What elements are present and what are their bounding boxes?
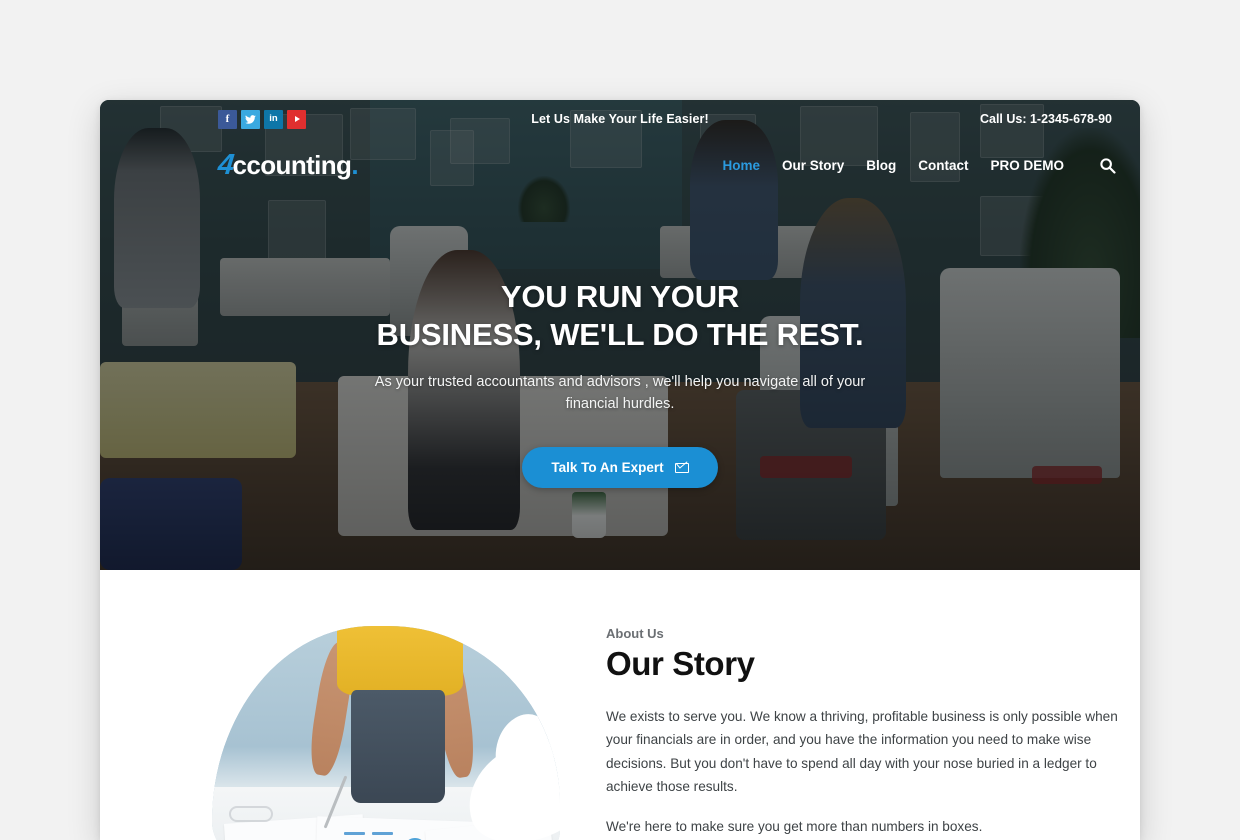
search-icon[interactable]	[1096, 154, 1118, 176]
facebook-icon[interactable]: f	[218, 109, 237, 129]
youtube-icon[interactable]	[287, 109, 306, 129]
nav-item-pro-demo[interactable]: PRO DEMO	[990, 158, 1064, 173]
browser-window: f in Let Us Make Your Life Easier! Call …	[100, 100, 1140, 840]
cta-label: Talk To An Expert	[551, 460, 664, 476]
main-navigation: Home Our Story Blog Contact PRO DEMO	[722, 154, 1118, 176]
linkedin-icon[interactable]: in	[264, 109, 283, 129]
site-logo[interactable]: 4 ccounting.	[216, 148, 358, 182]
hero-title: YOU RUN YOUR BUSINESS, WE'LL DO THE REST…	[160, 278, 1080, 353]
social-links: f in	[218, 109, 306, 129]
envelope-icon	[674, 462, 689, 473]
hero-subtitle: As your trusted accountants and advisors…	[374, 374, 866, 413]
talk-to-an-expert-button[interactable]: Talk To An Expert	[522, 447, 718, 489]
logo-word: ccounting	[232, 149, 352, 180]
about-text-column: About Us Our Story We exists to serve yo…	[600, 626, 1140, 840]
twitter-icon[interactable]	[241, 109, 260, 129]
logo-dot: .	[351, 149, 358, 180]
about-section: About Us Our Story We exists to serve yo…	[100, 570, 1140, 840]
hero-title-line1: YOU RUN YOUR	[500, 279, 740, 314]
about-paragraph-2: We're here to make sure you get more tha…	[606, 818, 983, 834]
about-photo-blob	[212, 626, 560, 840]
about-paragraph-1: We exists to serve you. We know a thrivi…	[606, 709, 1118, 795]
page-scroll-area[interactable]: f in Let Us Make Your Life Easier! Call …	[100, 100, 1140, 840]
nav-item-home[interactable]: Home	[722, 158, 760, 173]
topbar-phone[interactable]: Call Us: 1-2345-678-90	[980, 112, 1112, 126]
about-title: Our Story	[606, 645, 755, 682]
nav-item-our-story[interactable]: Our Story	[782, 158, 844, 173]
about-eyebrow: About Us	[606, 626, 664, 641]
nav-item-contact[interactable]: Contact	[918, 158, 968, 173]
hero-cta-wrapper: Talk To An Expert	[160, 447, 1080, 489]
logo-mark: 4	[216, 148, 236, 181]
hero-content: YOU RUN YOUR BUSINESS, WE'LL DO THE REST…	[100, 278, 1140, 489]
about-image-column	[100, 626, 600, 840]
topbar: f in Let Us Make Your Life Easier! Call …	[100, 100, 1140, 138]
header-nav-row: 4 ccounting. Home Our Story Blog Contact …	[100, 138, 1140, 192]
hero-section: f in Let Us Make Your Life Easier! Call …	[100, 100, 1140, 570]
nav-item-blog[interactable]: Blog	[866, 158, 896, 173]
hero-title-line2: BUSINESS, WE'LL DO THE REST.	[376, 316, 864, 352]
